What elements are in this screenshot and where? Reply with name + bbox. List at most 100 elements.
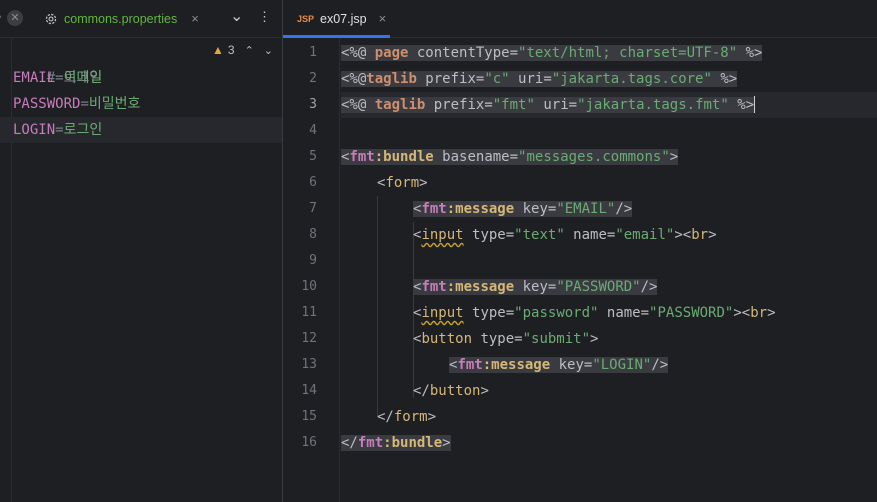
chevron-down-icon[interactable]: ⌄ [264,44,273,57]
line-number: 11 [301,305,317,320]
problem-count: 3 [227,43,235,57]
token: >< [674,227,692,243]
code-line-16[interactable]: </fmt:bundle> [341,430,877,456]
token: > [590,331,599,347]
code-line-6[interactable]: <form> [341,170,877,196]
tab-commons-properties[interactable]: commons.properties × [44,0,199,37]
line-number-gutter[interactable]: 1 2 3 4 5 6 7 8 9 10 11 12 13 14 15 16 [283,38,340,502]
token: "LOGIN" [592,357,652,373]
token: > [442,435,451,451]
right-tab-bar: JSP ex07.jsp × [283,0,877,38]
token: <%@ [341,45,375,61]
token: "PASSWORD" [556,279,641,295]
equals-sign: = [55,122,64,138]
token: :message [446,201,515,217]
token: "messages.commons" [518,149,670,165]
tab-close-icon[interactable]: × [379,11,387,26]
token: </ [341,435,358,451]
token: basename= [433,149,519,165]
chevron-up-icon[interactable]: ⌃ [245,44,254,57]
token: uri= [534,97,578,113]
token: "c" [484,71,510,87]
property-value: 로그인 [63,122,103,138]
token: type= [472,331,523,347]
code-line-8[interactable]: <input type="text" name="email"><br> [341,222,877,248]
scroll-tabs-left-icon[interactable]: › [0,11,2,23]
line-number: 14 [301,383,317,398]
token: > [708,227,717,243]
line-number: 4 [309,123,317,138]
token: /> [640,279,658,295]
code-line-1[interactable]: <%@ page contentType="text/html; charset… [341,40,877,66]
line-number: 16 [301,435,317,450]
line-number: 2 [309,71,317,86]
properties-line-3[interactable]: PASSWORD=비밀번호 [13,91,140,117]
code-line-10[interactable]: <fmt:message key="PASSWORD"/> [341,274,877,300]
token: <%@ [341,97,367,113]
properties-line-4[interactable]: LOGIN=로그인 [0,117,282,143]
token: "submit" [522,331,591,347]
left-tab-bar: › ✕ commons.properties × ⌄ ⋮ [0,0,282,38]
jsp-file-icon: JSP [297,13,315,24]
token: </ [413,383,430,399]
line-number-active: 3 [309,97,317,112]
token: "email" [615,227,675,243]
token: /> [651,357,669,373]
token: contentType= [408,45,519,61]
chevron-down-icon[interactable]: ⌄ [230,6,243,26]
right-editor-pane: JSP ex07.jsp × 1 2 3 4 5 6 7 8 9 10 11 1… [283,0,877,502]
code-line-11[interactable]: <input type="password" name="PASSWORD"><… [341,300,877,326]
line-number: 5 [309,149,317,164]
token: :message [482,357,551,373]
problems-indicator[interactable]: ▲ 3 ⌃ ⌄ [212,43,273,57]
token: fmt [357,435,384,451]
equals-sign: = [55,70,64,86]
token: type= [463,227,515,243]
token: "password" [514,305,599,321]
left-gutter [0,38,12,502]
line-number: 7 [309,201,317,216]
code-line-14[interactable]: </button> [341,378,877,404]
line-number: 9 [309,253,317,268]
line-number: 6 [309,175,317,190]
token: br [750,305,768,321]
token: :bundle [383,435,443,451]
tab-ex07-jsp[interactable]: JSP ex07.jsp × [283,0,390,38]
line-number: 10 [301,279,317,294]
code-line-7[interactable]: <fmt:message key="EMAIL"/> [341,196,877,222]
equals-sign: = [80,96,89,112]
token: "PASSWORD" [649,305,734,321]
properties-line-1[interactable]: # 로그인 [13,39,103,86]
code-line-3[interactable]: <%@ taglib prefix="fmt" uri="jakarta.tag… [341,92,877,118]
code-line-15[interactable]: </form> [341,404,877,430]
property-key: LOGIN [13,122,56,138]
line-number: 8 [309,227,317,242]
text-caret [754,95,756,113]
token: fmt [421,279,447,295]
tab-close-icon[interactable]: × [191,11,199,26]
token: page [374,45,409,61]
token: "fmt" [492,97,535,113]
code-line-13[interactable]: <fmt:message key="LOGIN"/> [341,352,877,378]
token: >< [733,305,751,321]
code-line-5[interactable]: <fmt:bundle basename="messages.commons"> [341,144,877,170]
token: /> [615,201,633,217]
token: input [421,227,464,243]
token: <%@ [341,71,367,87]
more-options-icon[interactable]: ⋮ [258,9,271,25]
token: prefix= [416,71,485,87]
code-line-2[interactable]: <%@taglib prefix="c" uri="jakarta.tags.c… [341,66,877,92]
token: fmt [349,149,375,165]
token: form [385,175,420,191]
properties-line-2[interactable]: EMAIL=이메일 [13,65,102,91]
gear-icon [45,13,57,24]
token: form [393,409,428,425]
token: input [421,305,464,321]
close-icon[interactable]: ✕ [7,10,23,26]
code-line-12[interactable]: <button type="submit"> [341,326,877,352]
property-key: EMAIL [13,70,56,86]
token: key= [514,201,557,217]
token: button [429,383,481,399]
token: prefix= [425,97,493,113]
line-number: 15 [301,409,317,424]
